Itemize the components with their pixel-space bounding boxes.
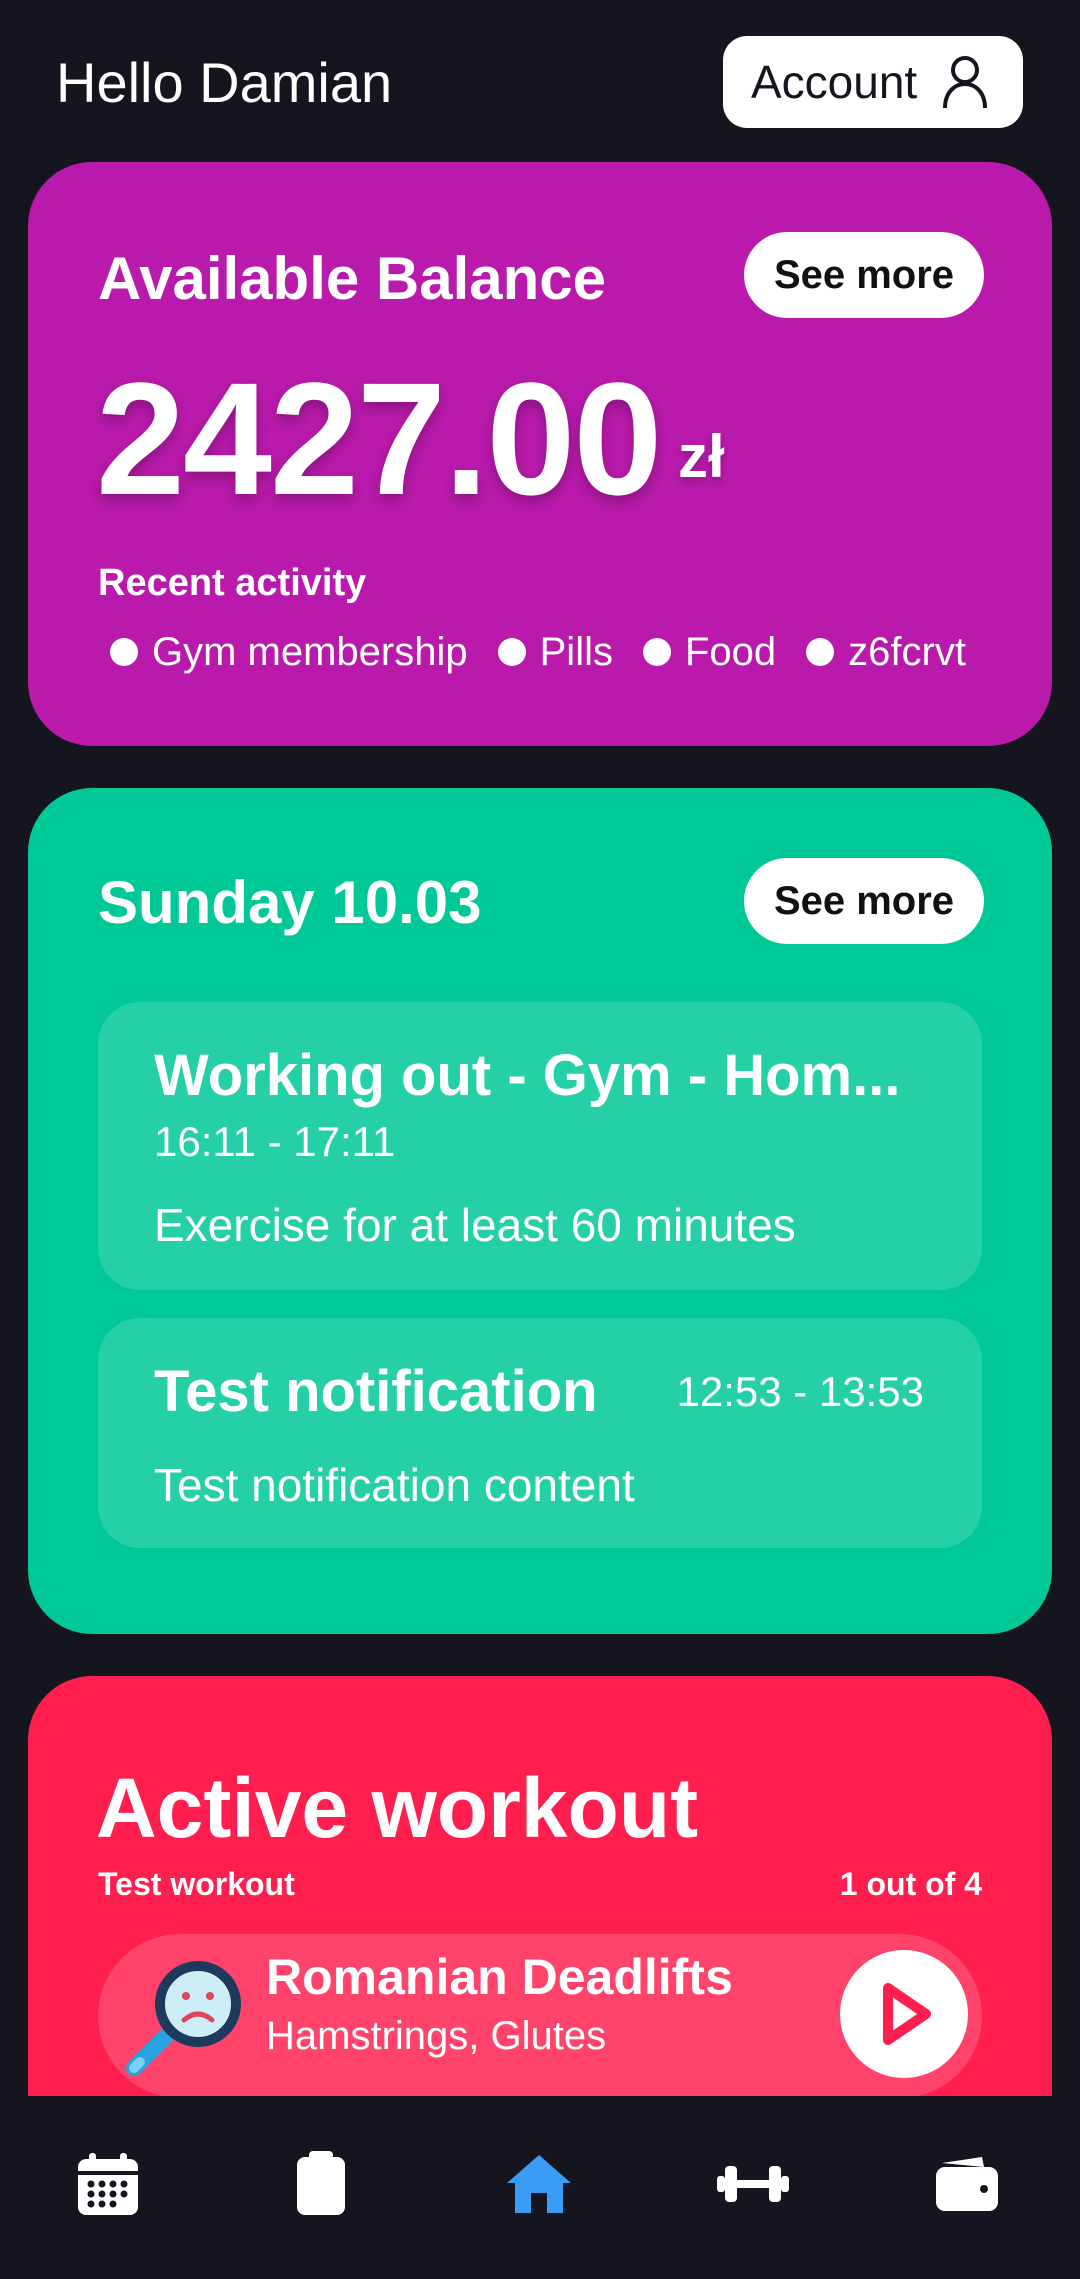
event-description: Test notification content — [154, 1459, 635, 1511]
greeting-text: Hello Damian — [56, 51, 393, 114]
bullet-icon — [110, 638, 138, 666]
active-workout-card: Active workout Test workout 1 out of 4 R… — [28, 1676, 1052, 2096]
schedule-see-more-button[interactable]: See more — [744, 858, 984, 944]
event-card[interactable]: Test notification 12:53 - 13:53 Test not… — [98, 1318, 982, 1548]
nav-calendar[interactable] — [70, 2146, 146, 2222]
exercise-card[interactable]: Romanian Deadlifts Hamstrings, Glutes — [98, 1934, 982, 2096]
user-icon — [943, 56, 987, 109]
nav-wallet[interactable] — [929, 2146, 1005, 2222]
dumbbell-icon — [717, 2166, 789, 2202]
bullet-icon — [497, 638, 526, 666]
currency-symbol: zł — [678, 423, 725, 490]
activity-item: Gym membership — [110, 630, 468, 675]
balance-title: Available Balance — [98, 245, 607, 312]
activity-item: Pills — [497, 629, 613, 675]
clipboard-icon — [297, 2151, 345, 2215]
play-button[interactable] — [840, 1950, 968, 2078]
activity-label: Gym membership — [152, 629, 468, 674]
recent-activity-list: Gym membership Pills Food z6fcrvt — [110, 622, 996, 682]
event-card[interactable]: Working out - Gym - Hom... 16:11 - 17:11… — [98, 1002, 982, 1290]
event-description: Exercise for at least 60 minutes — [154, 1199, 796, 1251]
workout-progress: 1 out of 4 — [839, 1866, 982, 1902]
play-icon — [883, 1983, 931, 2045]
activity-label: Food — [684, 629, 777, 674]
account-label: Account — [751, 56, 918, 108]
home-icon — [507, 2155, 571, 2213]
event-time: 16:11 - 17:11 — [154, 1118, 396, 1165]
bullet-icon — [806, 638, 835, 666]
event-time: 12:53 - 13:53 — [676, 1368, 924, 1415]
balance-card: Available Balance See more 2427.00 zł Re… — [28, 162, 1052, 746]
event-title: Test notification — [154, 1359, 598, 1424]
active-workout-title: Active workout — [96, 1761, 699, 1855]
account-button[interactable]: Account — [723, 36, 1023, 128]
activity-label: Pills — [539, 629, 613, 674]
activity-item: Food — [642, 629, 777, 675]
exercise-muscles: Hamstrings, Glutes — [266, 2014, 607, 2058]
top-bar: Hello Damian Account — [0, 0, 1080, 160]
schedule-card: Sunday 10.03 See more Working out - Gym … — [28, 788, 1052, 1634]
calendar-icon — [78, 2153, 138, 2215]
nav-home[interactable] — [501, 2146, 577, 2222]
nav-notes[interactable] — [283, 2146, 359, 2222]
sad-magnifier-icon — [126, 1961, 241, 2076]
balance-see-more-button[interactable]: See more — [744, 232, 984, 318]
bullet-icon — [642, 638, 671, 666]
bottom-nav — [0, 2096, 1080, 2279]
workout-name: Test workout — [98, 1866, 295, 1902]
activity-item: z6fcrvt — [806, 630, 966, 675]
exercise-name: Romanian Deadlifts — [266, 1949, 733, 2005]
schedule-date-title: Sunday 10.03 — [98, 869, 482, 936]
wallet-icon — [936, 2157, 998, 2211]
nav-workouts[interactable] — [715, 2146, 791, 2222]
recent-activity-label: Recent activity — [98, 562, 367, 604]
balance-amount: 2427.00 — [96, 349, 662, 528]
event-title: Working out - Gym - Hom... — [154, 1043, 901, 1108]
activity-label: z6fcrvt — [848, 629, 966, 674]
